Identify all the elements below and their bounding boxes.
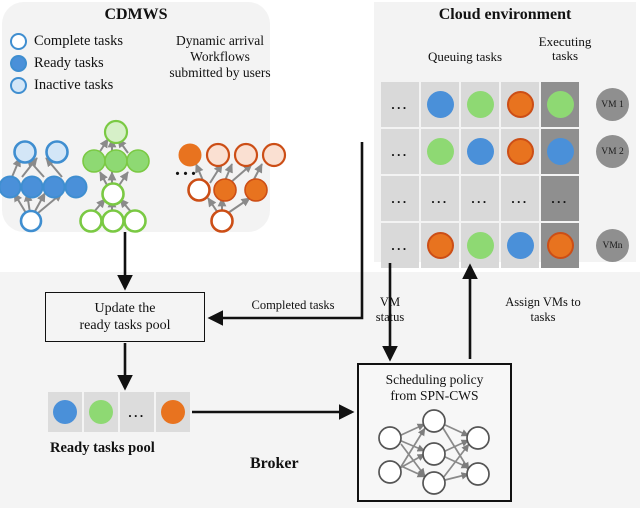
- vm-status-line-1: VM: [379, 295, 401, 309]
- assign-vms-line-1: Assign VMs to: [505, 295, 581, 309]
- assign-vms-label: Assign VMs to tasks: [478, 295, 608, 325]
- policy-text: Scheduling policy from SPN-CWS: [359, 365, 510, 404]
- policy-line-1: Scheduling policy: [385, 372, 484, 387]
- task-dot-green: [89, 400, 113, 424]
- ready-tasks-pool: ...: [48, 392, 190, 432]
- scheduling-policy-box[interactable]: Scheduling policy from SPN-CWS: [357, 363, 512, 502]
- task-dot-blue: [53, 400, 77, 424]
- vm-status-line-2: status: [375, 310, 405, 324]
- policy-line-2: from SPN-CWS: [390, 388, 479, 403]
- ready-tasks-pool-label: Ready tasks pool: [50, 440, 155, 456]
- completed-tasks-label: Completed tasks: [251, 298, 335, 312]
- pool-cell: [156, 392, 190, 432]
- pool-cell: [84, 392, 118, 432]
- update-box-line-2: ready tasks pool: [79, 318, 171, 333]
- task-dot-orange: [161, 400, 185, 424]
- cell-ellipsis: ...: [128, 404, 146, 420]
- neural-network-icon: [378, 409, 490, 495]
- pool-cell: ...: [120, 392, 154, 432]
- assign-vms-line-2: tasks: [530, 310, 556, 324]
- update-ready-pool-box[interactable]: Update the ready tasks pool: [45, 292, 205, 342]
- vm-status-label: VM status: [358, 295, 422, 325]
- update-box-line-1: Update the: [94, 301, 156, 316]
- pool-cell: [48, 392, 82, 432]
